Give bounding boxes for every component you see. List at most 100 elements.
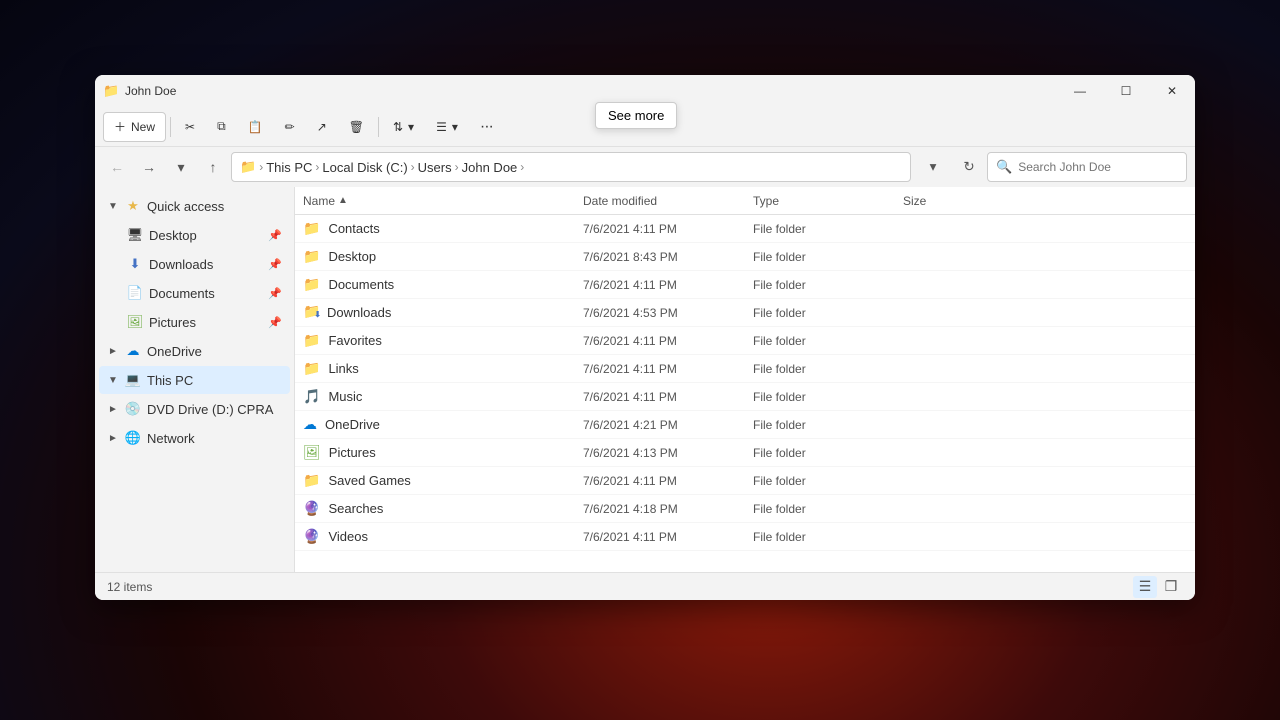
sidebar-quick-access[interactable]: ▼ ★ Quick access <box>99 192 290 220</box>
search-box[interactable]: 🔍 <box>987 152 1187 182</box>
downloads-icon: ⬇ <box>127 256 143 272</box>
view-button[interactable]: ☰ ▾ <box>426 112 468 142</box>
dvddrive-label: DVD Drive (D:) CPRA <box>147 402 273 417</box>
table-row[interactable]: 🖼 Pictures 7/6/2021 4:13 PM File folder <box>295 439 1195 467</box>
sidebar-thispc[interactable]: ▼ 💻 This PC <box>99 366 290 394</box>
window-icon: 📁 <box>103 83 119 99</box>
dropdown-button[interactable]: ▾ <box>919 153 947 181</box>
table-row[interactable]: 📁 Links 7/6/2021 4:11 PM File folder <box>295 355 1195 383</box>
file-name: 📁 Contacts <box>303 220 583 237</box>
breadcrumb-users[interactable]: Users <box>418 160 452 175</box>
table-row[interactable]: 📁 Contacts 7/6/2021 4:11 PM File folder <box>295 215 1195 243</box>
folder-icon: 📁 <box>303 276 320 293</box>
paste-icon: 📋 <box>248 120 263 134</box>
breadcrumb-thispc[interactable]: This PC <box>266 160 312 175</box>
sidebar-item-pictures[interactable]: 🖼 Pictures 📌 <box>99 308 290 336</box>
file-name: 📁 Documents <box>303 276 583 293</box>
table-row[interactable]: 📁 Documents 7/6/2021 4:11 PM File folder <box>295 271 1195 299</box>
grid-view-button[interactable]: ❐ <box>1159 576 1183 598</box>
search-input[interactable] <box>1018 160 1178 174</box>
table-row[interactable]: 📁 Desktop 7/6/2021 8:43 PM File folder <box>295 243 1195 271</box>
cut-button[interactable]: ✂ <box>175 112 205 142</box>
pin-icon-documents: 📌 <box>268 287 282 300</box>
list-view-button[interactable]: ☰ <box>1133 576 1157 598</box>
thispc-icon: 💻 <box>125 372 141 388</box>
file-type: File folder <box>753 390 903 404</box>
more-button[interactable]: ··· <box>470 112 503 142</box>
file-type: File folder <box>753 222 903 236</box>
table-row[interactable]: 📁 Saved Games 7/6/2021 4:11 PM File fold… <box>295 467 1195 495</box>
paste-button[interactable]: 📋 <box>238 112 273 142</box>
sidebar-network[interactable]: ► 🌐 Network <box>99 424 290 452</box>
delete-button[interactable]: 🗑 <box>339 112 374 142</box>
breadcrumb-icon: 📁 <box>240 159 256 175</box>
rename-icon: ✏ <box>285 120 295 134</box>
minimize-button[interactable]: — <box>1057 75 1103 107</box>
sort-icon: ⇅ <box>393 120 403 134</box>
quick-access-label: Quick access <box>147 199 224 214</box>
rename-button[interactable]: ✏ <box>275 112 305 142</box>
network-icon: 🌐 <box>125 430 141 446</box>
table-row[interactable]: 🔮 Videos 7/6/2021 4:11 PM File folder <box>295 523 1195 551</box>
table-row[interactable]: 🎵 Music 7/6/2021 4:11 PM File folder <box>295 383 1195 411</box>
plus-icon: ＋ <box>114 118 126 135</box>
folder-icon: 📁 <box>303 332 320 349</box>
view-icon: ☰ <box>436 120 447 134</box>
close-button[interactable]: ✕ <box>1149 75 1195 107</box>
table-row[interactable]: 📁 ⬇ Downloads 7/6/2021 4:53 PM File fold… <box>295 299 1195 327</box>
file-date: 7/6/2021 4:13 PM <box>583 446 753 460</box>
file-type: File folder <box>753 278 903 292</box>
sidebar-item-documents[interactable]: 📄 Documents 📌 <box>99 279 290 307</box>
pin-icon: 📌 <box>268 229 282 242</box>
chevron-right-icon: ► <box>107 346 119 357</box>
recent-locations-button[interactable]: ▾ <box>167 153 195 181</box>
sidebar-onedrive[interactable]: ► ☁ OneDrive <box>99 337 290 365</box>
up-button[interactable]: ↑ <box>199 153 227 181</box>
file-name: 📁 Links <box>303 360 583 377</box>
file-name: 📁 Saved Games <box>303 472 583 489</box>
chevron-down-icon-thispc: ▼ <box>107 375 119 386</box>
file-area: Name ▲ Date modified Type Size 📁 Contact… <box>295 187 1195 572</box>
maximize-button[interactable]: ☐ <box>1103 75 1149 107</box>
sidebar-item-downloads[interactable]: ⬇ Downloads 📌 <box>99 250 290 278</box>
back-button[interactable]: ← <box>103 153 131 181</box>
documents-label: Documents <box>149 286 215 301</box>
file-type: File folder <box>753 334 903 348</box>
file-date: 7/6/2021 4:11 PM <box>583 390 753 404</box>
col-header-name[interactable]: Name ▲ <box>303 194 583 208</box>
refresh-button[interactable]: ↻ <box>955 153 983 181</box>
address-breadcrumb[interactable]: 📁 › This PC › Local Disk (C:) › Users › … <box>231 152 911 182</box>
sidebar-item-desktop[interactable]: 🖥 Desktop 📌 <box>99 221 290 249</box>
breadcrumb-johndoe[interactable]: John Doe <box>462 160 518 175</box>
share-button[interactable]: ↗ <box>307 112 337 142</box>
breadcrumb-localdisk[interactable]: Local Disk (C:) <box>322 160 407 175</box>
file-type: File folder <box>753 362 903 376</box>
sidebar: ▼ ★ Quick access 🖥 Desktop 📌 ⬇ Downloads… <box>95 187 295 572</box>
onedrive-icon: ☁ <box>125 343 141 359</box>
table-row[interactable]: ☁ OneDrive 7/6/2021 4:21 PM File folder <box>295 411 1195 439</box>
file-name: 📁 Desktop <box>303 248 583 265</box>
folder-icon: 📁 <box>303 472 320 489</box>
chevron-right-icon-dvd: ► <box>107 404 119 415</box>
table-row[interactable]: 🔮 Searches 7/6/2021 4:18 PM File folder <box>295 495 1195 523</box>
sort-button[interactable]: ⇅ ▾ <box>383 112 424 142</box>
cut-icon: ✂ <box>185 120 195 134</box>
new-button[interactable]: ＋ New <box>103 112 166 142</box>
folder-icon: 📁 <box>303 220 320 237</box>
file-date: 7/6/2021 4:21 PM <box>583 418 753 432</box>
more-icon: ··· <box>480 118 493 136</box>
pin-icon-downloads: 📌 <box>268 258 282 271</box>
copy-button[interactable]: ⧉ <box>207 112 236 142</box>
forward-button[interactable]: → <box>135 153 163 181</box>
toolbar: ＋ New ✂ ⧉ 📋 ✏ ↗ 🗑 ⇅ ▾ ☰ ▾ <box>95 107 1195 147</box>
col-header-type[interactable]: Type <box>753 194 903 208</box>
thispc-label: This PC <box>147 373 193 388</box>
file-name: 🎵 Music <box>303 388 583 405</box>
sort-asc-icon: ▲ <box>338 195 348 206</box>
col-header-date[interactable]: Date modified <box>583 194 753 208</box>
file-date: 7/6/2021 4:53 PM <box>583 306 753 320</box>
col-header-size[interactable]: Size <box>903 194 1187 208</box>
item-count: 12 items <box>107 580 152 594</box>
table-row[interactable]: 📁 Favorites 7/6/2021 4:11 PM File folder <box>295 327 1195 355</box>
sidebar-dvddrive[interactable]: ► 💿 DVD Drive (D:) CPRA <box>99 395 290 423</box>
